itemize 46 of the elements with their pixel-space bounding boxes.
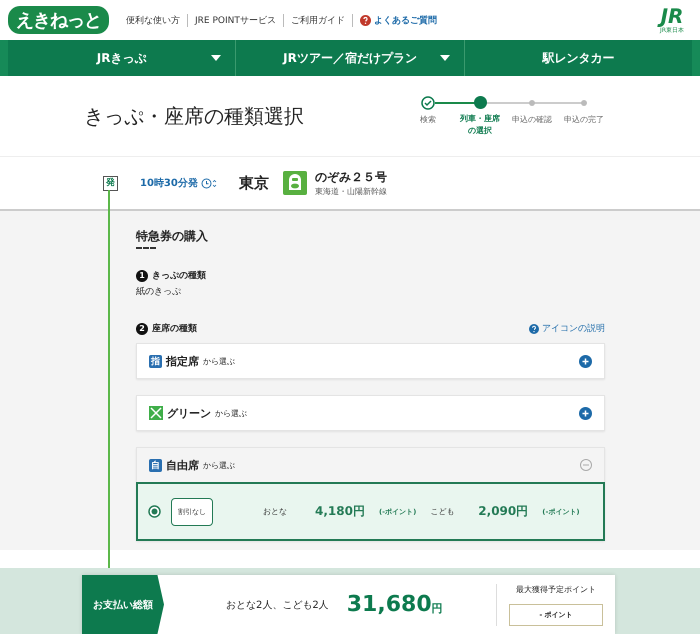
currency-unit: 円 <box>432 601 443 616</box>
station-name: 東京 <box>238 174 269 192</box>
passenger-count: おとな2人、こども2人 <box>226 598 329 612</box>
passenger-label: こども <box>430 506 454 517</box>
seat-type-hint: から選ぶ <box>203 460 235 470</box>
seat-type-hint: から選ぶ <box>215 408 247 418</box>
header-link[interactable]: ご利用ガイド <box>282 14 352 26</box>
header-link[interactable]: JRE POINTサービス <box>187 14 283 26</box>
total-amount: 31,680 <box>346 592 432 617</box>
step-label: 申込の完了 <box>564 114 604 126</box>
departure-time[interactable]: 10時30分発 <box>140 176 198 190</box>
help-icon <box>529 324 539 334</box>
fare-price: 4,180円 <box>315 503 365 520</box>
section-heading: 特急券の購入 <box>136 228 208 245</box>
help-link[interactable]: アイコンの説明 <box>542 322 605 335</box>
field-label: 座席の種類 <box>152 322 197 335</box>
seat-badge: 指 <box>149 354 162 368</box>
departure-badge: 発 <box>103 176 118 190</box>
seat-type-hint: から選ぶ <box>203 356 235 366</box>
expand-icon[interactable] <box>579 354 592 368</box>
header-link[interactable]: 便利な使い方 <box>119 14 187 26</box>
seat-type-name: グリーン <box>167 406 211 420</box>
seat-type-name: 指定席 <box>166 354 199 368</box>
train-name: のぞみ２５号 <box>314 169 387 186</box>
expand-icon[interactable] <box>579 406 592 420</box>
fare-price: 2,090円 <box>478 503 528 520</box>
seat-type-name: 自由席 <box>166 458 199 472</box>
step-label: 申込の確認 <box>512 114 552 126</box>
field-label: きっぷの種類 <box>152 270 206 282</box>
step-number: 1 <box>136 270 148 282</box>
header-link[interactable]: よくあるご質問 <box>352 14 444 26</box>
payment-label: お支払い総額 <box>82 575 164 634</box>
help-icon <box>360 14 371 26</box>
page-title: きっぷ・座席の種類選択 <box>84 102 305 130</box>
train-line: 東海道・山陽新幹線 <box>314 186 387 197</box>
radio-button[interactable] <box>148 505 161 518</box>
passenger-label: おとな <box>263 506 287 517</box>
step-label: 検索 <box>419 114 437 126</box>
points-label: 最大獲得予定ポイント <box>516 584 596 594</box>
step-number: 2 <box>136 322 148 334</box>
step-label: 列車・座席の選択 <box>460 113 500 136</box>
site-logo[interactable]: えきねっと <box>8 6 109 34</box>
clock-icon[interactable] <box>200 178 217 188</box>
seat-badge: 自 <box>149 458 162 472</box>
train-icon <box>282 171 307 195</box>
ticket-type-value: 紙のきっぷ <box>136 286 182 298</box>
